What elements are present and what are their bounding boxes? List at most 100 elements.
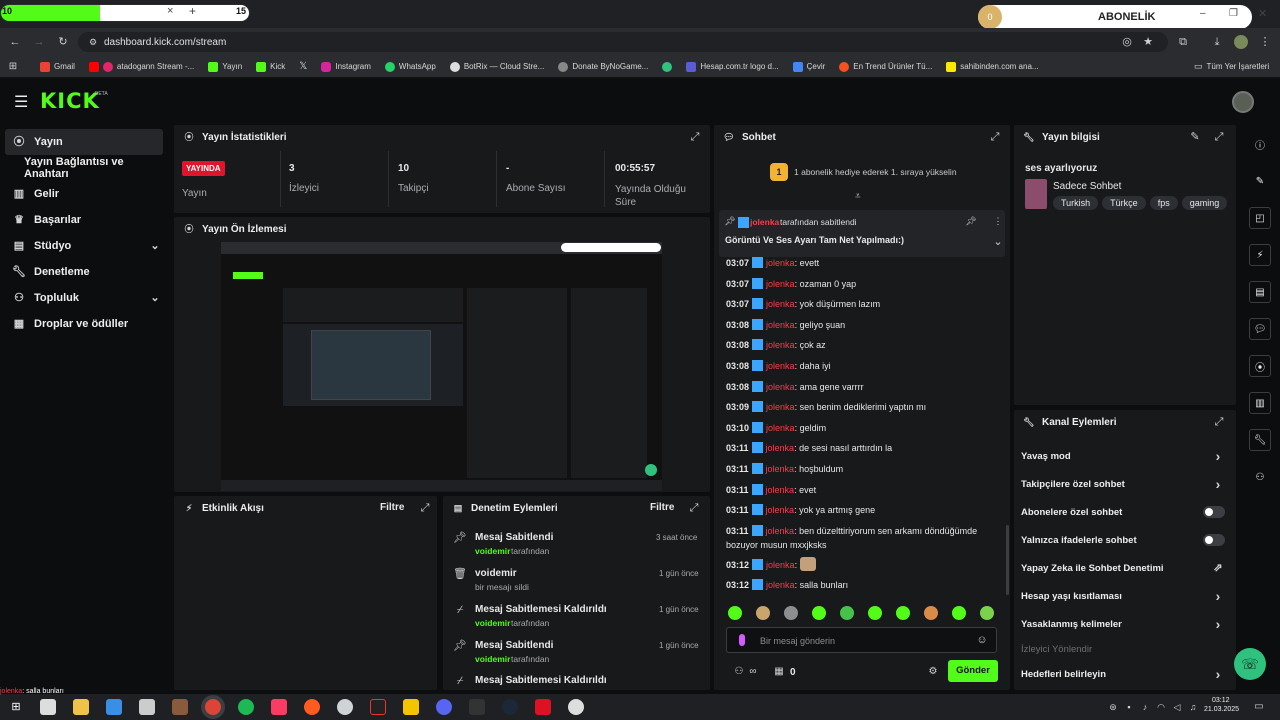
more-icon[interactable]: ⋮: [991, 214, 1005, 228]
stream-preview-video[interactable]: [221, 242, 662, 491]
expand-icon[interactable]: ⤢: [687, 501, 701, 515]
url-field[interactable]: [78, 32, 1168, 52]
bookmark-sahibinden[interactable]: sahibinden.com ana...: [946, 61, 1039, 72]
mic-tray-icon[interactable]: ♪: [1138, 700, 1152, 714]
bookmark-bynogame[interactable]: Donate ByNoGame...: [558, 61, 648, 72]
bolt-icon[interactable]: ⚡︎: [1249, 244, 1271, 266]
task-view-icon[interactable]: [40, 699, 56, 715]
forward-icon[interactable]: →: [32, 35, 46, 49]
action-set-goals[interactable]: Hedefleri belirleyin ›: [1021, 660, 1233, 688]
tray-icon[interactable]: ▪: [1122, 700, 1136, 714]
music-icon[interactable]: [271, 699, 287, 715]
star-icon[interactable]: ★: [1141, 35, 1155, 49]
tray-icon[interactable]: ⊛: [1106, 700, 1120, 714]
obs-icon[interactable]: [337, 699, 353, 715]
apps-grid-icon[interactable]: ⊞: [6, 60, 20, 74]
expand-icon[interactable]: ⤢: [1212, 130, 1226, 144]
sidebar-item-topluluk[interactable]: ⚇ Topluluk ⌄: [0, 285, 170, 311]
sidebar-item-yayin[interactable]: ⦿ Yayın: [5, 129, 163, 155]
expand-icon[interactable]: ⤢: [1212, 415, 1226, 429]
extensions-icon[interactable]: ⧉: [1176, 35, 1190, 49]
bookmark-whatsapp[interactable]: WhatsApp: [384, 61, 436, 72]
emote-icon[interactable]: [952, 606, 966, 620]
volume-icon[interactable]: ◁: [1170, 700, 1184, 714]
eye-off-icon[interactable]: ◎: [1120, 35, 1134, 49]
activity-filter-button[interactable]: Filtre: [380, 502, 404, 513]
expand-icon[interactable]: ⤢: [988, 130, 1002, 144]
wrench-icon[interactable]: 🔧︎: [1249, 429, 1271, 451]
collapse-icon[interactable]: ⩡: [855, 191, 861, 202]
browser-icon[interactable]: [304, 699, 320, 715]
clock-time[interactable]: 03:12: [1212, 697, 1230, 704]
download-icon[interactable]: ⤓: [1210, 35, 1224, 49]
emoji-picker-icon[interactable]: ☺: [975, 633, 989, 647]
windows-start-icon[interactable]: ⊞: [9, 700, 23, 714]
speaker-icon[interactable]: ♫: [1186, 700, 1200, 714]
new-tab-icon[interactable]: +: [189, 4, 196, 18]
riot-icon[interactable]: [535, 699, 551, 715]
bookmark-kick[interactable]: Kick: [256, 61, 285, 72]
bookmark-green[interactable]: [662, 61, 673, 72]
edit-pencil-icon[interactable]: ✎: [1188, 130, 1202, 144]
mic-icon[interactable]: [739, 634, 745, 646]
steam-icon[interactable]: [502, 699, 518, 715]
moderation-filter-button[interactable]: Filtre: [650, 502, 674, 513]
emote-icon[interactable]: [728, 606, 742, 620]
launcher-icon[interactable]: [469, 699, 485, 715]
subscribers-only-toggle[interactable]: [1203, 506, 1225, 518]
sidebar-item-gelir[interactable]: ▥ Gelir: [0, 181, 170, 207]
send-button[interactable]: Gönder: [948, 660, 998, 682]
emote-icon[interactable]: [784, 606, 798, 620]
community-icon[interactable]: ⚇: [732, 665, 746, 679]
bookmark-hesap[interactable]: Hesap.com.tr logo d...: [686, 61, 779, 72]
chevron-down-icon[interactable]: ⌄: [991, 235, 1005, 249]
chrome-icon[interactable]: [205, 699, 221, 715]
pin-icon[interactable]: 📌︎: [964, 214, 978, 228]
info-icon[interactable]: ⓘ: [1249, 133, 1271, 155]
settings-gear-icon[interactable]: ⚙: [926, 665, 940, 679]
sidebar-item-droplar[interactable]: ▦ Droplar ve ödüller: [0, 311, 170, 337]
reload-icon[interactable]: ↻: [56, 35, 70, 49]
emote-icon[interactable]: [840, 606, 854, 620]
tab-close-icon[interactable]: ×: [167, 5, 173, 17]
action-ai-moderation[interactable]: Yapay Zeka ile Sohbet Denetimi ⇗: [1021, 554, 1233, 582]
emote-icon[interactable]: [812, 606, 826, 620]
action-followers-only[interactable]: Takipçilere özel sohbet ›: [1021, 470, 1233, 498]
action-slow-mode[interactable]: Yavaş mod ›: [1021, 442, 1233, 470]
emote-icon[interactable]: [924, 606, 938, 620]
rockstar-icon[interactable]: [403, 699, 419, 715]
bookmark-instagram[interactable]: Instagram: [321, 61, 371, 72]
profile-avatar[interactable]: [1234, 35, 1248, 49]
chat-scrollbar[interactable]: [1006, 525, 1009, 595]
action-banned-words[interactable]: Yasaklanmış kelimeler ›: [1021, 610, 1233, 638]
bookmark-trend[interactable]: En Trend Ürünler Tü...: [839, 61, 932, 72]
emote-icon[interactable]: [756, 606, 770, 620]
expand-icon[interactable]: ⤢: [688, 130, 702, 144]
action-account-age[interactable]: Hesap yaşı kısıtlaması ›: [1021, 582, 1233, 610]
app-icon[interactable]: [568, 699, 584, 715]
help-chat-fab[interactable]: ☏: [1234, 648, 1266, 680]
site-info-icon[interactable]: ⚙: [86, 35, 100, 49]
discord-icon[interactable]: [436, 699, 452, 715]
edit-pencil-icon[interactable]: ✎: [1249, 170, 1271, 192]
bookmark-x[interactable]: 𝕏: [299, 61, 307, 72]
back-icon[interactable]: ←: [8, 35, 22, 49]
spotify-icon[interactable]: [238, 699, 254, 715]
infinity-icon[interactable]: ∞: [746, 665, 760, 679]
minimize-icon[interactable]: –: [1200, 8, 1206, 19]
sidebar-item-basarilar[interactable]: ♛ Başarılar: [0, 207, 170, 233]
all-bookmarks[interactable]: ▭ Tüm Yer İşaretleri: [1194, 61, 1269, 72]
gift-icon[interactable]: ▦: [772, 665, 786, 679]
sidebar-item-studyo[interactable]: ▤ Stüdyo ⌄: [0, 233, 170, 259]
calculator-icon[interactable]: [139, 699, 155, 715]
close-window-icon[interactable]: ✕: [1258, 7, 1267, 20]
hamburger-menu-icon[interactable]: ☰: [14, 92, 28, 112]
emotes-only-toggle[interactable]: [1203, 534, 1225, 546]
chat-input[interactable]: Bir mesaj gönderin ☺: [726, 627, 997, 653]
sidebar-item-stream-key[interactable]: Yayın Bağlantısı ve Anahtarı: [0, 155, 170, 181]
emote-icon[interactable]: [980, 606, 994, 620]
stream-category[interactable]: Sadece Sohbet: [1053, 181, 1121, 192]
goal-text[interactable]: 1 abonelik hediye ederek 1. sıraya yükse…: [794, 167, 957, 177]
tag-chip[interactable]: fps: [1149, 196, 1178, 210]
emote-icon[interactable]: [896, 606, 910, 620]
